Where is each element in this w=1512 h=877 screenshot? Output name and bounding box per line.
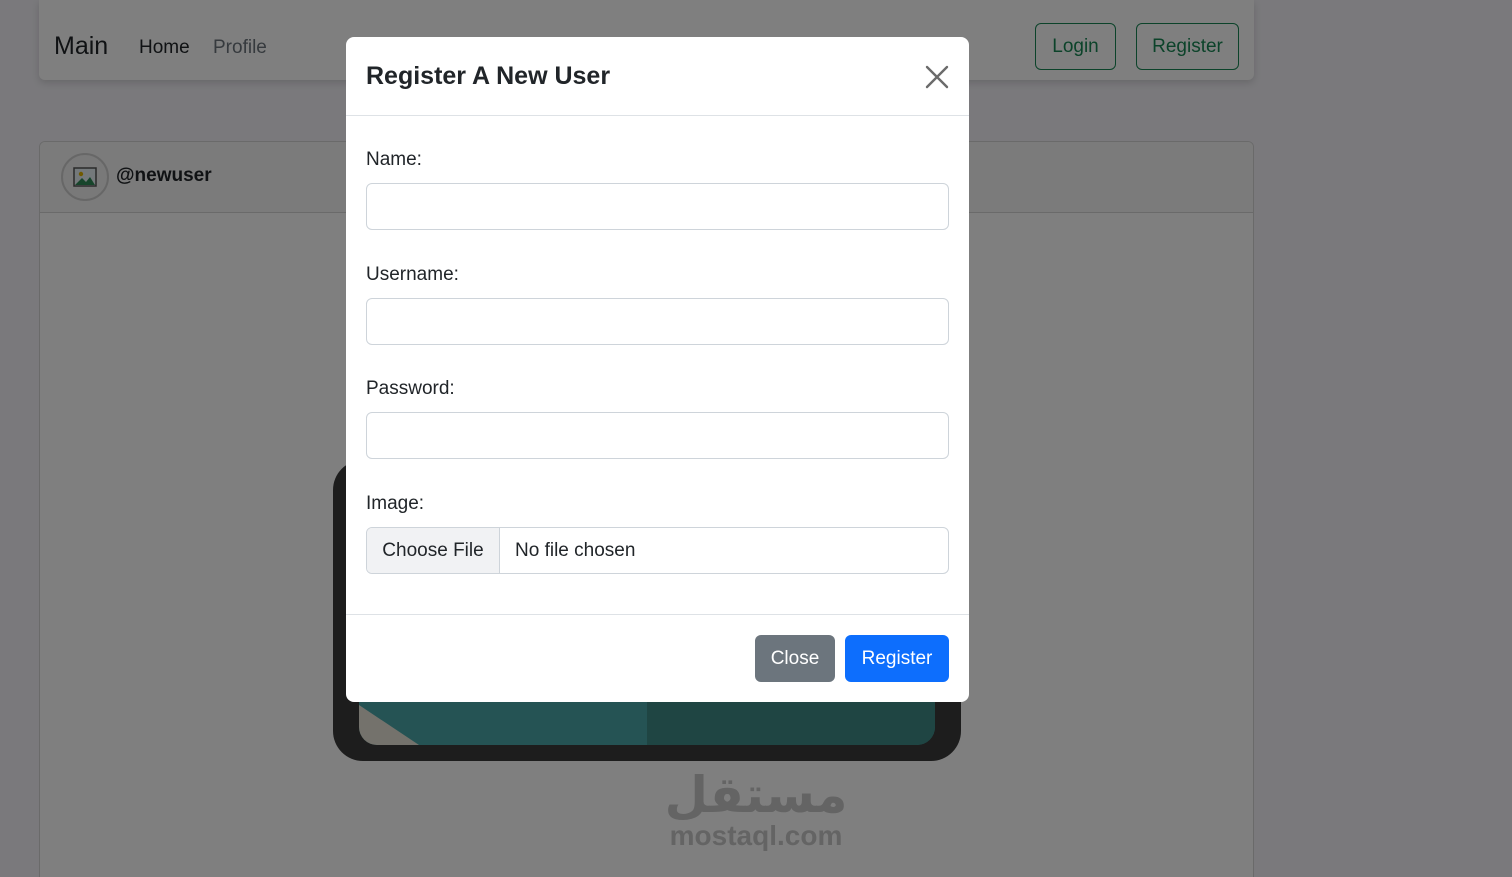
image-label: Image: — [366, 493, 425, 514]
register-modal: Register A New User Name: Username: Pass… — [346, 37, 969, 702]
name-label: Name: — [366, 149, 422, 170]
close-modal-button[interactable] — [921, 61, 953, 93]
modal-body: Name: Username: Password: Image: Choose … — [346, 116, 969, 614]
modal-footer: Close Register — [346, 614, 969, 702]
file-status-text: No file chosen — [515, 539, 636, 561]
modal-header: Register A New User — [346, 37, 969, 116]
name-input[interactable] — [366, 183, 949, 230]
password-label: Password: — [366, 378, 455, 399]
register-submit-button[interactable]: Register — [845, 635, 949, 682]
image-file-input[interactable]: Choose File No file chosen — [366, 527, 949, 574]
modal-title: Register A New User — [366, 62, 611, 90]
username-label: Username: — [366, 264, 459, 285]
username-input[interactable] — [366, 298, 949, 345]
password-input[interactable] — [366, 412, 949, 459]
close-icon — [925, 65, 949, 89]
choose-file-button[interactable]: Choose File — [367, 528, 500, 573]
close-button[interactable]: Close — [755, 635, 835, 682]
